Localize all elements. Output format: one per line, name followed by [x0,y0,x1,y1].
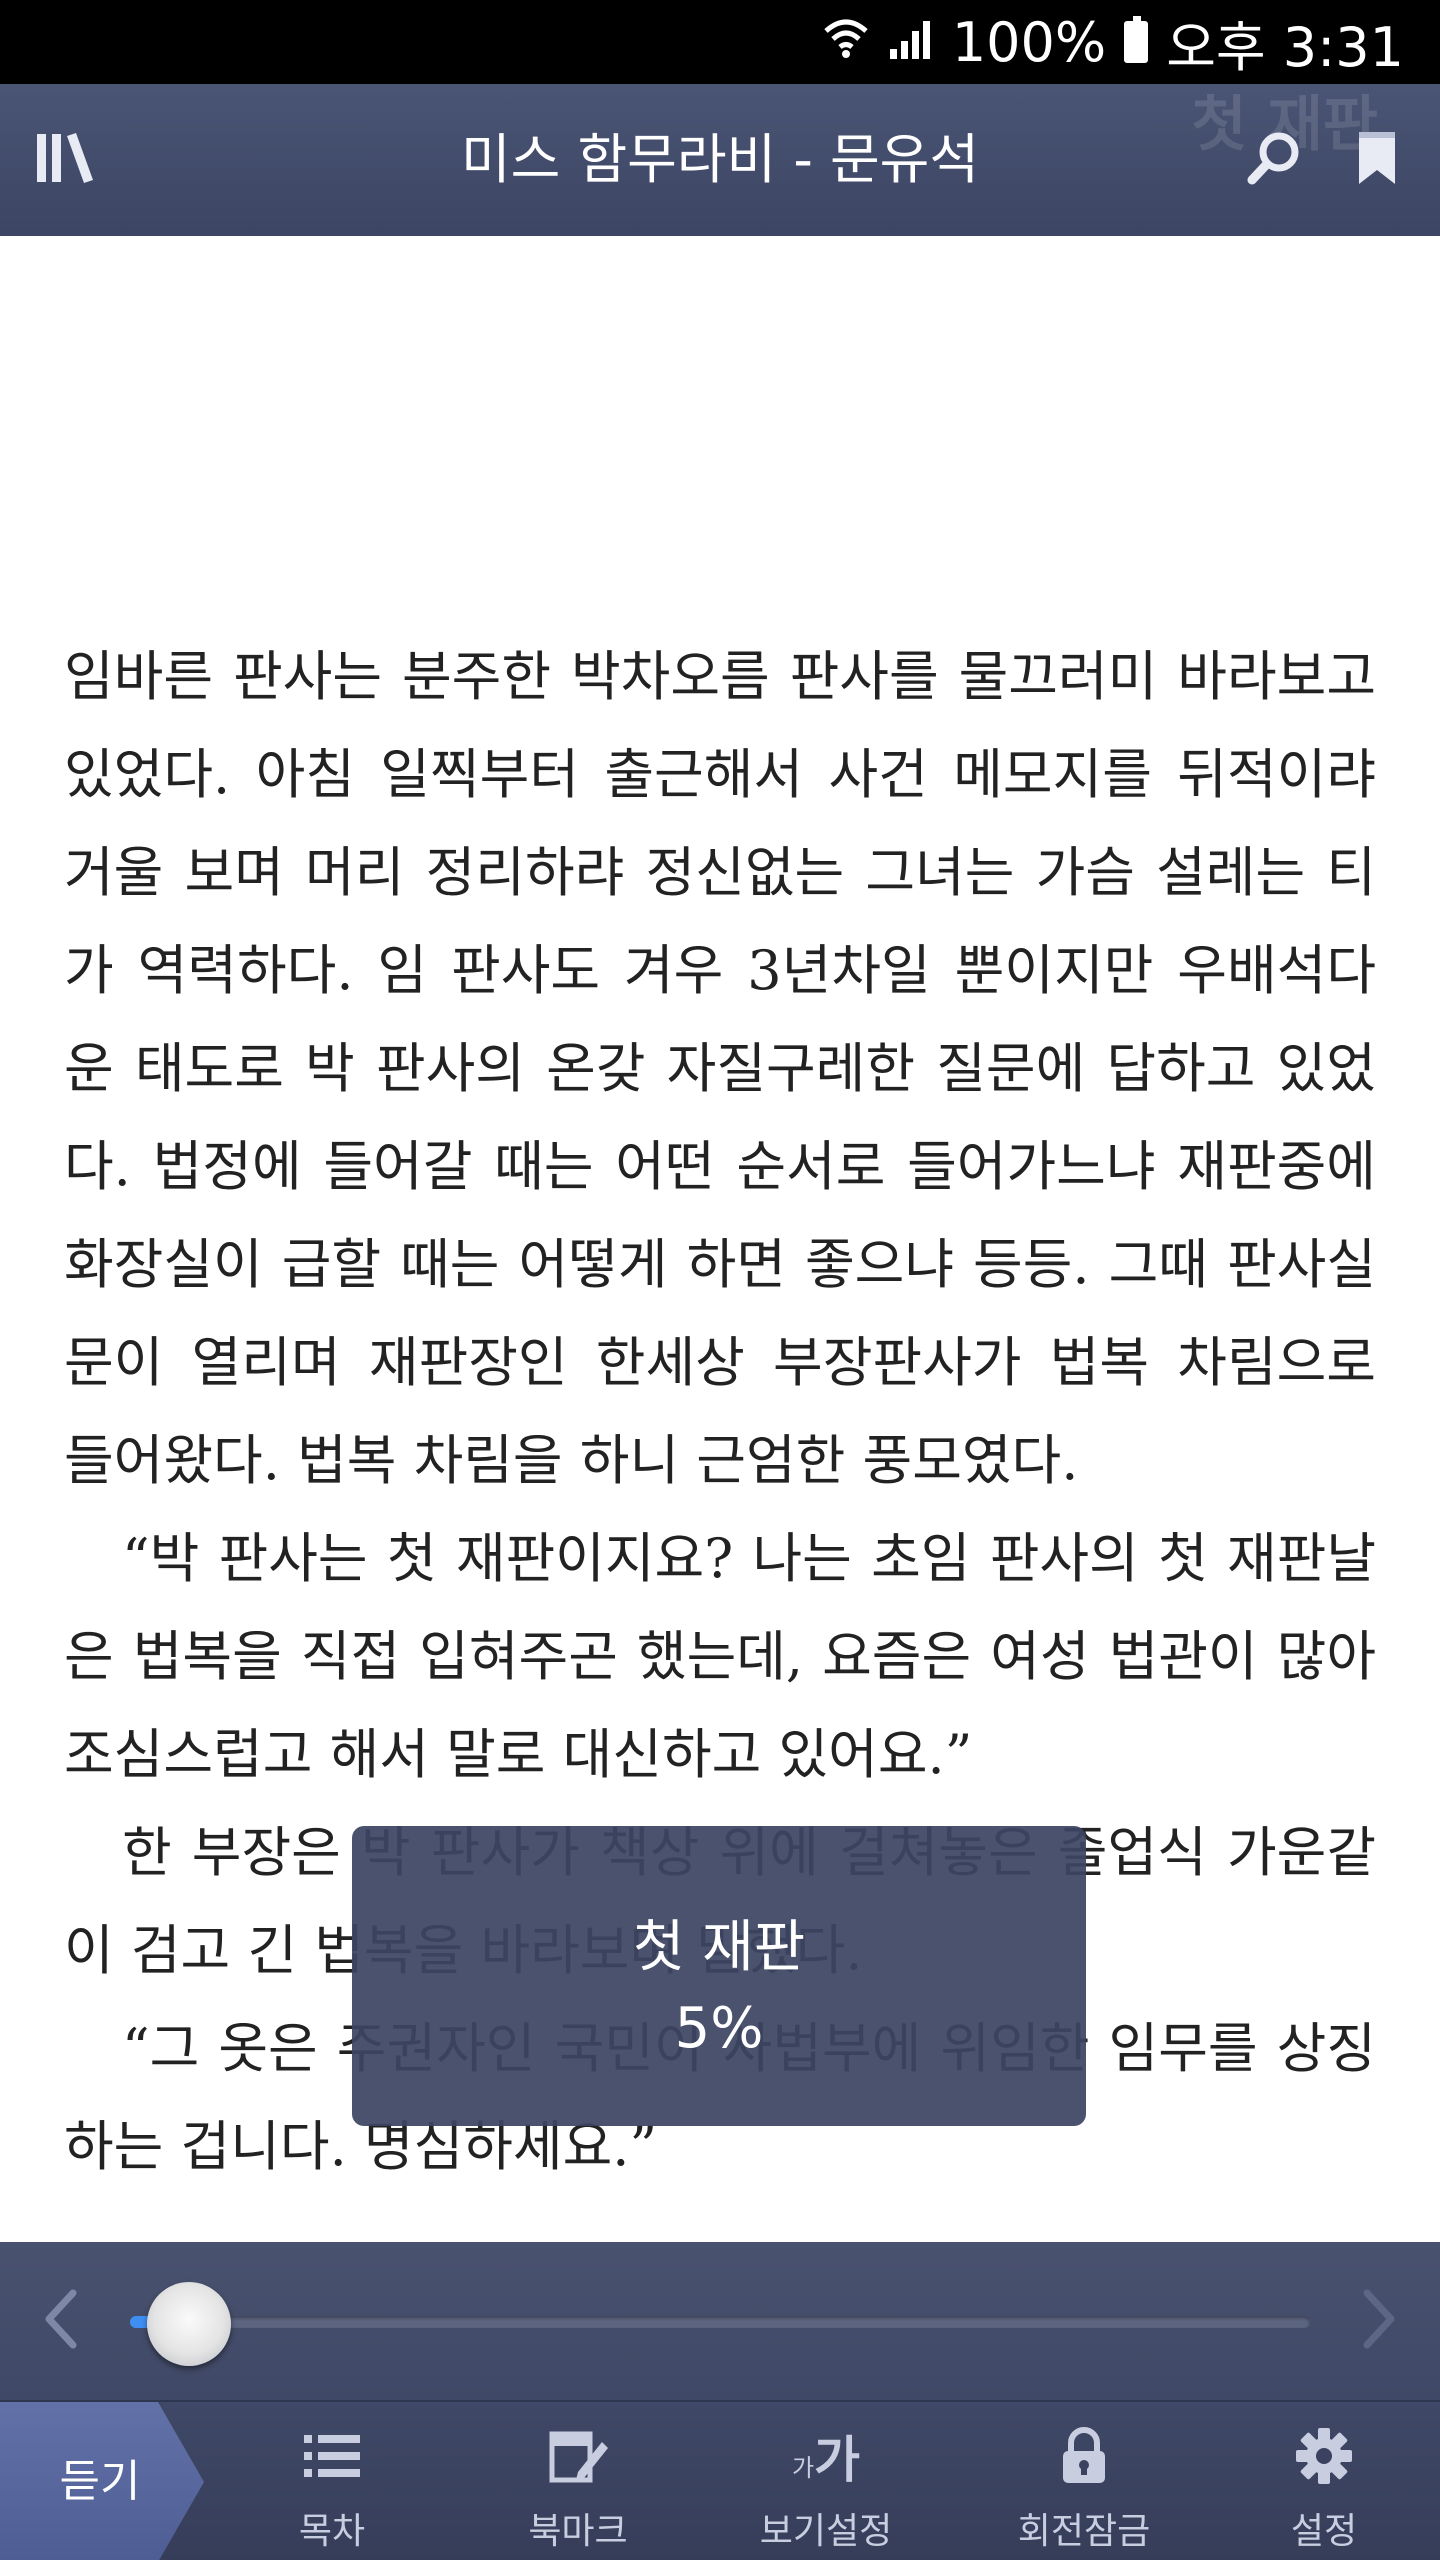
status-bar: 100% 오후 3:31 [0,0,1440,84]
list-icon [222,2424,442,2488]
progress-area [0,2242,1440,2400]
rotation-lock-label: 회전잠금 [1017,2511,1151,2552]
signal-icon [888,11,934,74]
chapter-title: 첫 재판 [632,1915,806,1980]
bookmark-icon [1355,128,1399,192]
next-page-button[interactable] [1324,2242,1434,2400]
toc-label: 목차 [298,2511,366,2552]
clock: 오후 3:31 [1166,15,1404,79]
rotation-lock-button[interactable]: 회전잠금 [974,2402,1194,2560]
bookmark-label: 북마크 [528,2511,628,2552]
toc-button[interactable]: 목차 [222,2402,442,2560]
progress-thumb[interactable] [147,2282,231,2366]
settings-button[interactable]: 설정 [1214,2402,1434,2560]
listen-label[interactable]: 듣기 [0,2402,200,2560]
view-settings-label: 보기설정 [759,2511,893,2552]
bookmark-button[interactable] [1322,84,1432,236]
gear-icon [1214,2424,1434,2488]
chevron-right-icon [1359,2287,1399,2355]
progress-percent: 5% [674,1996,764,2061]
chevron-left-icon [41,2287,81,2355]
chapter-progress-toast: 첫 재판 5% [352,1826,1086,2126]
settings-label: 설정 [1290,2511,1358,2552]
bottom-toolbar: 듣기 목차 북마크 가 가 보기설정 회전잠금 설정 [0,2400,1440,2560]
battery-icon [1124,16,1149,63]
bookmark-edit-icon [468,2424,688,2488]
progress-track[interactable] [130,2316,1310,2328]
battery-percent: 100% [951,10,1107,74]
previous-page-button[interactable] [6,2242,116,2400]
lock-icon [974,2424,1194,2488]
wifi-icon [822,11,870,74]
view-settings-button[interactable]: 가 가 보기설정 [716,2402,936,2560]
paragraph: “박 판사는 첫 재판이지요? 나는 초임 판사의 첫 재판날은 법복을 직접 … [64,1527,1376,1786]
search-button[interactable] [1220,84,1330,236]
bookmark-tab-button[interactable]: 북마크 [468,2402,688,2560]
status-icons: 100% 오후 3:31 [822,0,1404,84]
reader-header: 첫 재판 미스 함무라비 - 문유석 [0,84,1440,236]
search-icon [1245,128,1305,192]
font-size-icon: 가 가 [791,2431,861,2489]
paragraph: 임바른 판사는 분주한 박차오름 판사를 물끄러미 바라보고 있었다. 아침 일… [64,645,1376,1492]
